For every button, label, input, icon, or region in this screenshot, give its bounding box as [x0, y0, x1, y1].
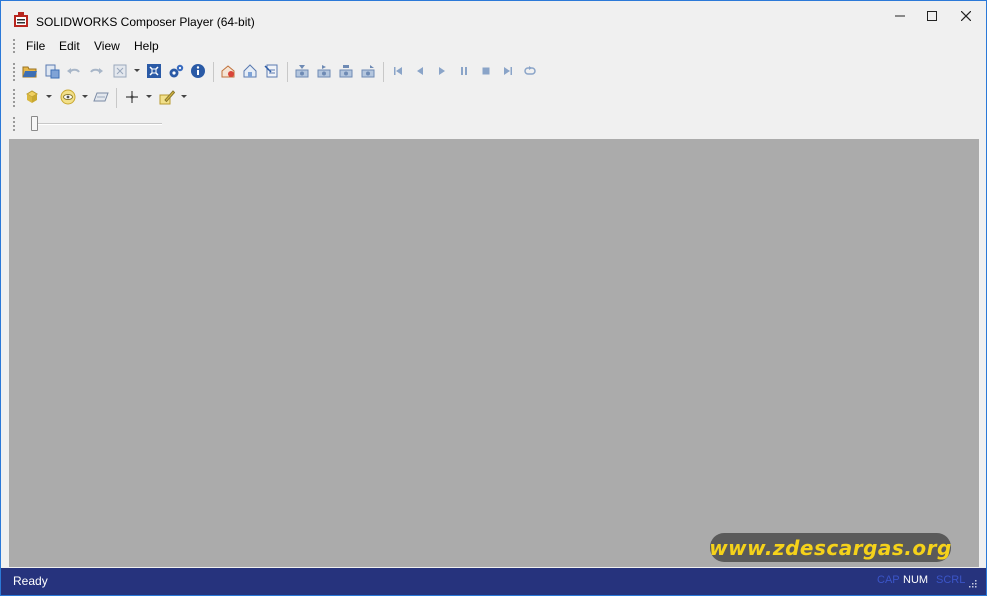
minimize-button[interactable]: [883, 5, 917, 27]
play-prev-keyframe-icon[interactable]: [293, 62, 311, 80]
status-bar: Ready CAP NUM SCRL: [1, 568, 986, 595]
menu-view[interactable]: View: [94, 39, 120, 53]
toolbar-separator: [213, 62, 214, 82]
caps-lock-indicator: CAP: [877, 574, 900, 586]
resize-grip-icon[interactable]: [967, 577, 977, 588]
maximize-button[interactable]: [915, 5, 949, 27]
slider-grip[interactable]: [13, 117, 16, 131]
num-lock-indicator: NUM: [903, 574, 929, 586]
reset-view-icon[interactable]: [241, 62, 259, 80]
first-icon[interactable]: [389, 62, 407, 80]
watermark: www.zdescargas.org: [709, 533, 951, 562]
menu-bar: File Edit View Help: [1, 35, 986, 57]
fullscreen-icon[interactable]: [145, 62, 163, 80]
undo-icon[interactable]: [65, 62, 83, 80]
timeline-slider-thumb[interactable]: [31, 116, 38, 131]
app-window: SOLIDWORKS Composer Player (64-bit) File…: [0, 0, 987, 596]
collaboration-icon[interactable]: [263, 62, 281, 80]
redo-icon[interactable]: [87, 62, 105, 80]
visibility-dropdown[interactable]: [82, 95, 88, 98]
toolbar-grip[interactable]: [13, 63, 16, 81]
timeline-slider-track[interactable]: [31, 123, 162, 125]
menu-edit[interactable]: Edit: [59, 39, 80, 53]
render-mode-dropdown[interactable]: [46, 95, 52, 98]
measure-icon[interactable]: [123, 88, 141, 106]
toolbar-separator: [116, 88, 117, 108]
visibility-icon[interactable]: [59, 88, 77, 106]
status-text: Ready: [13, 574, 48, 588]
home-view-icon[interactable]: [219, 62, 237, 80]
previous-icon[interactable]: [411, 62, 429, 80]
title-bar: SOLIDWORKS Composer Player (64-bit): [1, 1, 986, 31]
app-logo-icon: [13, 12, 29, 28]
open-icon[interactable]: [21, 62, 39, 80]
view-toolbar: [1, 85, 986, 111]
info-icon[interactable]: [189, 62, 207, 80]
play-icon[interactable]: [433, 62, 451, 80]
stop-icon[interactable]: [477, 62, 495, 80]
play-start-icon[interactable]: [337, 62, 355, 80]
annotation-icon[interactable]: [158, 88, 176, 106]
toolbar-separator: [383, 62, 384, 82]
window-title: SOLIDWORKS Composer Player (64-bit): [36, 15, 255, 29]
zoom-fit-icon[interactable]: [111, 62, 129, 80]
menu-file[interactable]: File: [26, 39, 45, 53]
play-end-icon[interactable]: [359, 62, 377, 80]
menu-help[interactable]: Help: [134, 39, 159, 53]
measure-dropdown[interactable]: [146, 95, 152, 98]
toolbar-grip[interactable]: [13, 89, 16, 107]
close-button[interactable]: [949, 5, 983, 27]
import-icon[interactable]: [43, 62, 61, 80]
loop-icon[interactable]: [521, 62, 539, 80]
toolbar-separator: [287, 62, 288, 82]
plane-icon[interactable]: [92, 88, 110, 106]
scroll-lock-indicator: SCRL: [936, 574, 966, 586]
annotation-dropdown[interactable]: [181, 95, 187, 98]
zoom-dropdown-arrow[interactable]: [134, 69, 140, 72]
settings-icon[interactable]: [167, 62, 185, 80]
play-next-keyframe-icon[interactable]: [315, 62, 333, 80]
3d-viewport[interactable]: [9, 139, 979, 567]
last-icon[interactable]: [499, 62, 517, 80]
main-toolbar: [1, 59, 986, 85]
render-mode-icon[interactable]: [23, 88, 41, 106]
pause-icon[interactable]: [455, 62, 473, 80]
menubar-grip[interactable]: [13, 39, 16, 53]
